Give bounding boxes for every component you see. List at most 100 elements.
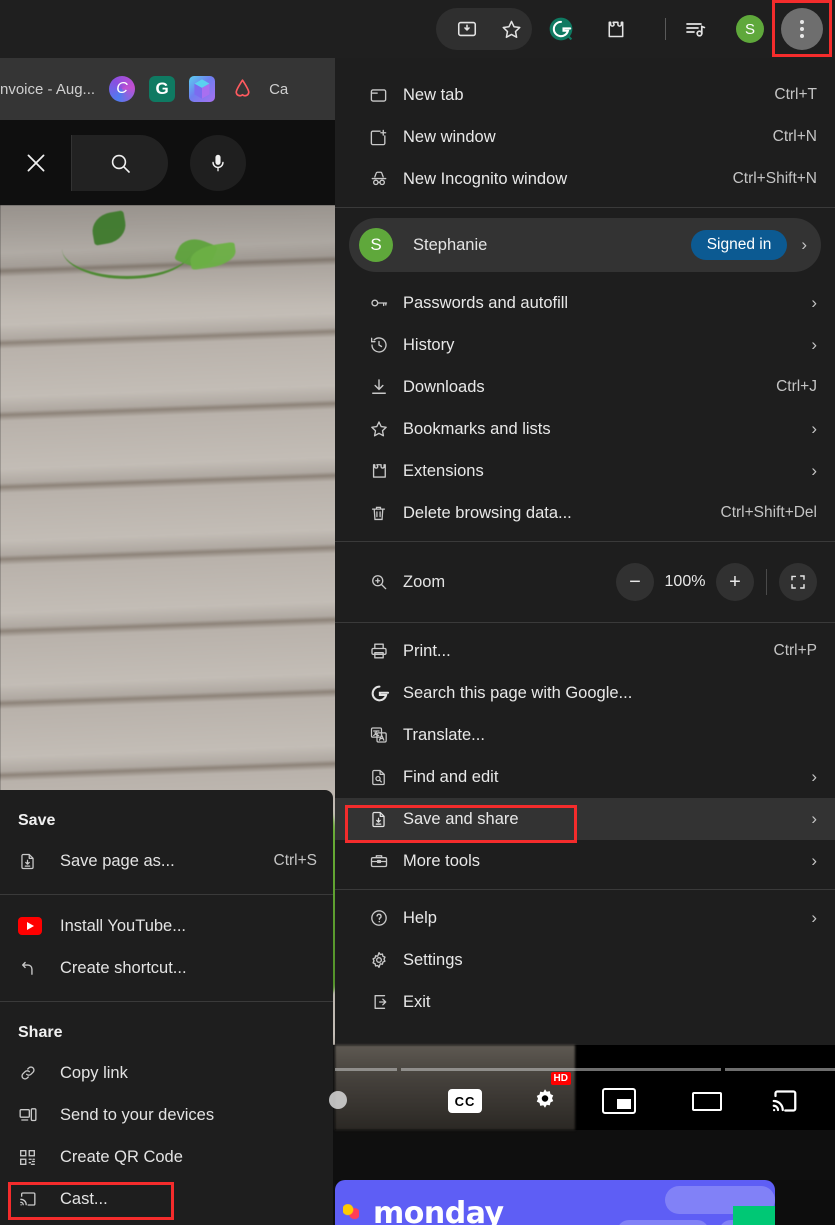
menu-divider (335, 207, 835, 208)
grammarly-icon[interactable]: G (149, 76, 176, 102)
chevron-right-icon: › (811, 293, 817, 312)
c-logo-icon[interactable]: C (109, 76, 136, 102)
menu-item-label: More tools (403, 851, 481, 870)
chevron-right-icon: › (811, 335, 817, 354)
star-icon (369, 419, 403, 439)
airbnb-icon[interactable] (229, 76, 255, 102)
menu-item-extensions[interactable]: Extensions › (335, 450, 835, 492)
menu-item-downloads[interactable]: Downloads Ctrl+J (335, 366, 835, 408)
save-and-share-submenu: Save Save page as... Ctrl+S Install YouT… (0, 790, 333, 1225)
submenu-item-label: Save page as... (60, 851, 175, 870)
menu-item-new-incognito-window[interactable]: New Incognito window Ctrl+Shift+N (335, 158, 835, 200)
submenu-section-save-header: Save (18, 812, 56, 829)
close-icon[interactable] (0, 134, 72, 191)
zoom-row: Zoom − 100% + (335, 549, 835, 615)
menu-item-history[interactable]: History › (335, 324, 835, 366)
microsoft-365-icon[interactable] (189, 76, 216, 102)
extensions-puzzle-icon[interactable] (594, 8, 636, 50)
new-window-icon (369, 128, 403, 147)
submenu-item-save-page-as[interactable]: Save page as... Ctrl+S (0, 840, 333, 882)
tab-strip: nvoice - Aug... C G Ca (0, 58, 340, 120)
chevron-right-icon: › (801, 235, 807, 254)
menu-item-label: Passwords and autofill (403, 293, 569, 312)
incognito-icon (369, 169, 403, 189)
menu-item-label: Bookmarks and lists (403, 419, 551, 438)
menu-item-new-tab[interactable]: New tab Ctrl+T (335, 74, 835, 116)
toolbox-icon (369, 851, 403, 871)
star-icon[interactable] (490, 8, 532, 50)
submenu-item-copy-link[interactable]: Copy link (0, 1052, 333, 1094)
chevron-right-icon: › (811, 809, 817, 828)
submenu-divider (0, 894, 333, 895)
submenu-item-create-shortcut[interactable]: Create shortcut... (0, 947, 333, 989)
grammarly-icon[interactable] (540, 8, 582, 50)
menu-item-more-tools[interactable]: More tools › (335, 840, 835, 882)
menu-item-passwords-and-autofill[interactable]: Passwords and autofill › (335, 282, 835, 324)
zoom-out-button[interactable]: − (616, 563, 654, 601)
menu-item-label: Extensions (403, 461, 484, 480)
submenu-item-label: Install YouTube... (60, 916, 186, 935)
menu-item-search-this-page-with-google[interactable]: Search this page with Google... (335, 672, 835, 714)
profile-row[interactable]: S Stephanie Signed in › (349, 218, 821, 272)
tab-title[interactable]: nvoice - Aug... (0, 81, 95, 98)
history-icon (369, 335, 403, 355)
menu-item-label: New Incognito window (403, 169, 568, 188)
avatar: S (736, 15, 764, 43)
search-icon[interactable] (72, 134, 168, 191)
menu-item-new-window[interactable]: New window Ctrl+N (335, 116, 835, 158)
submenu-item-send-to-your-devices[interactable]: Send to your devices (0, 1094, 333, 1136)
menu-item-settings[interactable]: Settings (335, 939, 835, 981)
menu-item-help[interactable]: Help › (335, 897, 835, 939)
menu-divider (335, 889, 835, 890)
settings-gear-icon[interactable]: HD (523, 1072, 571, 1119)
picture-in-picture-icon[interactable] (597, 1083, 641, 1119)
youtube-search-row (0, 120, 340, 205)
menu-item-delete-browsing-data[interactable]: Delete browsing data... Ctrl+Shift+Del (335, 492, 835, 534)
microphone-icon[interactable] (190, 134, 246, 191)
zoom-in-button[interactable]: + (716, 563, 754, 601)
promo-brand: monday (373, 1196, 504, 1225)
progress-bar[interactable] (335, 1068, 835, 1071)
theater-mode-icon[interactable] (685, 1083, 729, 1119)
three-dot-menu-icon[interactable] (781, 8, 823, 50)
player-background (335, 1130, 835, 1180)
key-icon (369, 293, 403, 313)
submenu-item-cast[interactable]: Cast... (0, 1178, 333, 1220)
fullscreen-icon[interactable] (779, 563, 817, 601)
menu-item-accel: Ctrl+Shift+Del (720, 504, 817, 521)
status-badge: Signed in (690, 230, 788, 260)
create-shortcut-icon (18, 959, 60, 978)
menu-item-save-and-share[interactable]: Save and share › (335, 798, 835, 840)
install-app-icon[interactable] (446, 8, 488, 50)
submenu-item-label: Cast... (60, 1189, 108, 1208)
menu-item-accel: Ctrl+P (773, 642, 818, 659)
extensions-puzzle-icon (369, 461, 403, 481)
promo-card[interactable]: monday (335, 1180, 775, 1225)
submenu-item-accel: Ctrl+S (273, 852, 318, 869)
menu-item-accel: Ctrl+Shift+N (732, 170, 817, 187)
menu-item-translate[interactable]: Translate... (335, 714, 835, 756)
volume-slider-handle[interactable] (329, 1091, 347, 1109)
menu-item-label: Help (403, 908, 437, 927)
menu-item-find-and-edit[interactable]: Find and edit › (335, 756, 835, 798)
media-playlist-icon[interactable] (674, 8, 716, 50)
tab-title-partial[interactable]: Ca (269, 81, 288, 98)
submenu-item-install-youtube[interactable]: Install YouTube... (0, 905, 333, 947)
devices-icon (18, 1105, 60, 1125)
menu-item-bookmarks-and-lists[interactable]: Bookmarks and lists › (335, 408, 835, 450)
submenu-section-share-header: Share (18, 1024, 63, 1041)
browser-window: S nvoice - Aug... C G Ca New tab Ctrl+T … (0, 0, 835, 1225)
menu-item-accel: Ctrl+T (774, 86, 817, 103)
menu-item-exit[interactable]: Exit (335, 981, 835, 1023)
menu-item-label: Delete browsing data... (403, 503, 572, 522)
profile-avatar-button[interactable]: S (729, 8, 771, 50)
find-edit-icon (369, 768, 403, 787)
profile-name: Stephanie (413, 235, 488, 254)
cast-icon[interactable] (763, 1083, 807, 1119)
submenu-item-create-qr-code[interactable]: Create QR Code (0, 1136, 333, 1178)
video-player-controls: CC HD (329, 1045, 835, 1130)
closed-captions-icon[interactable]: CC (443, 1083, 487, 1119)
menu-item-print[interactable]: Print... Ctrl+P (335, 630, 835, 672)
menu-item-label: Find and edit (403, 767, 499, 786)
menu-item-label: Save and share (403, 809, 519, 828)
